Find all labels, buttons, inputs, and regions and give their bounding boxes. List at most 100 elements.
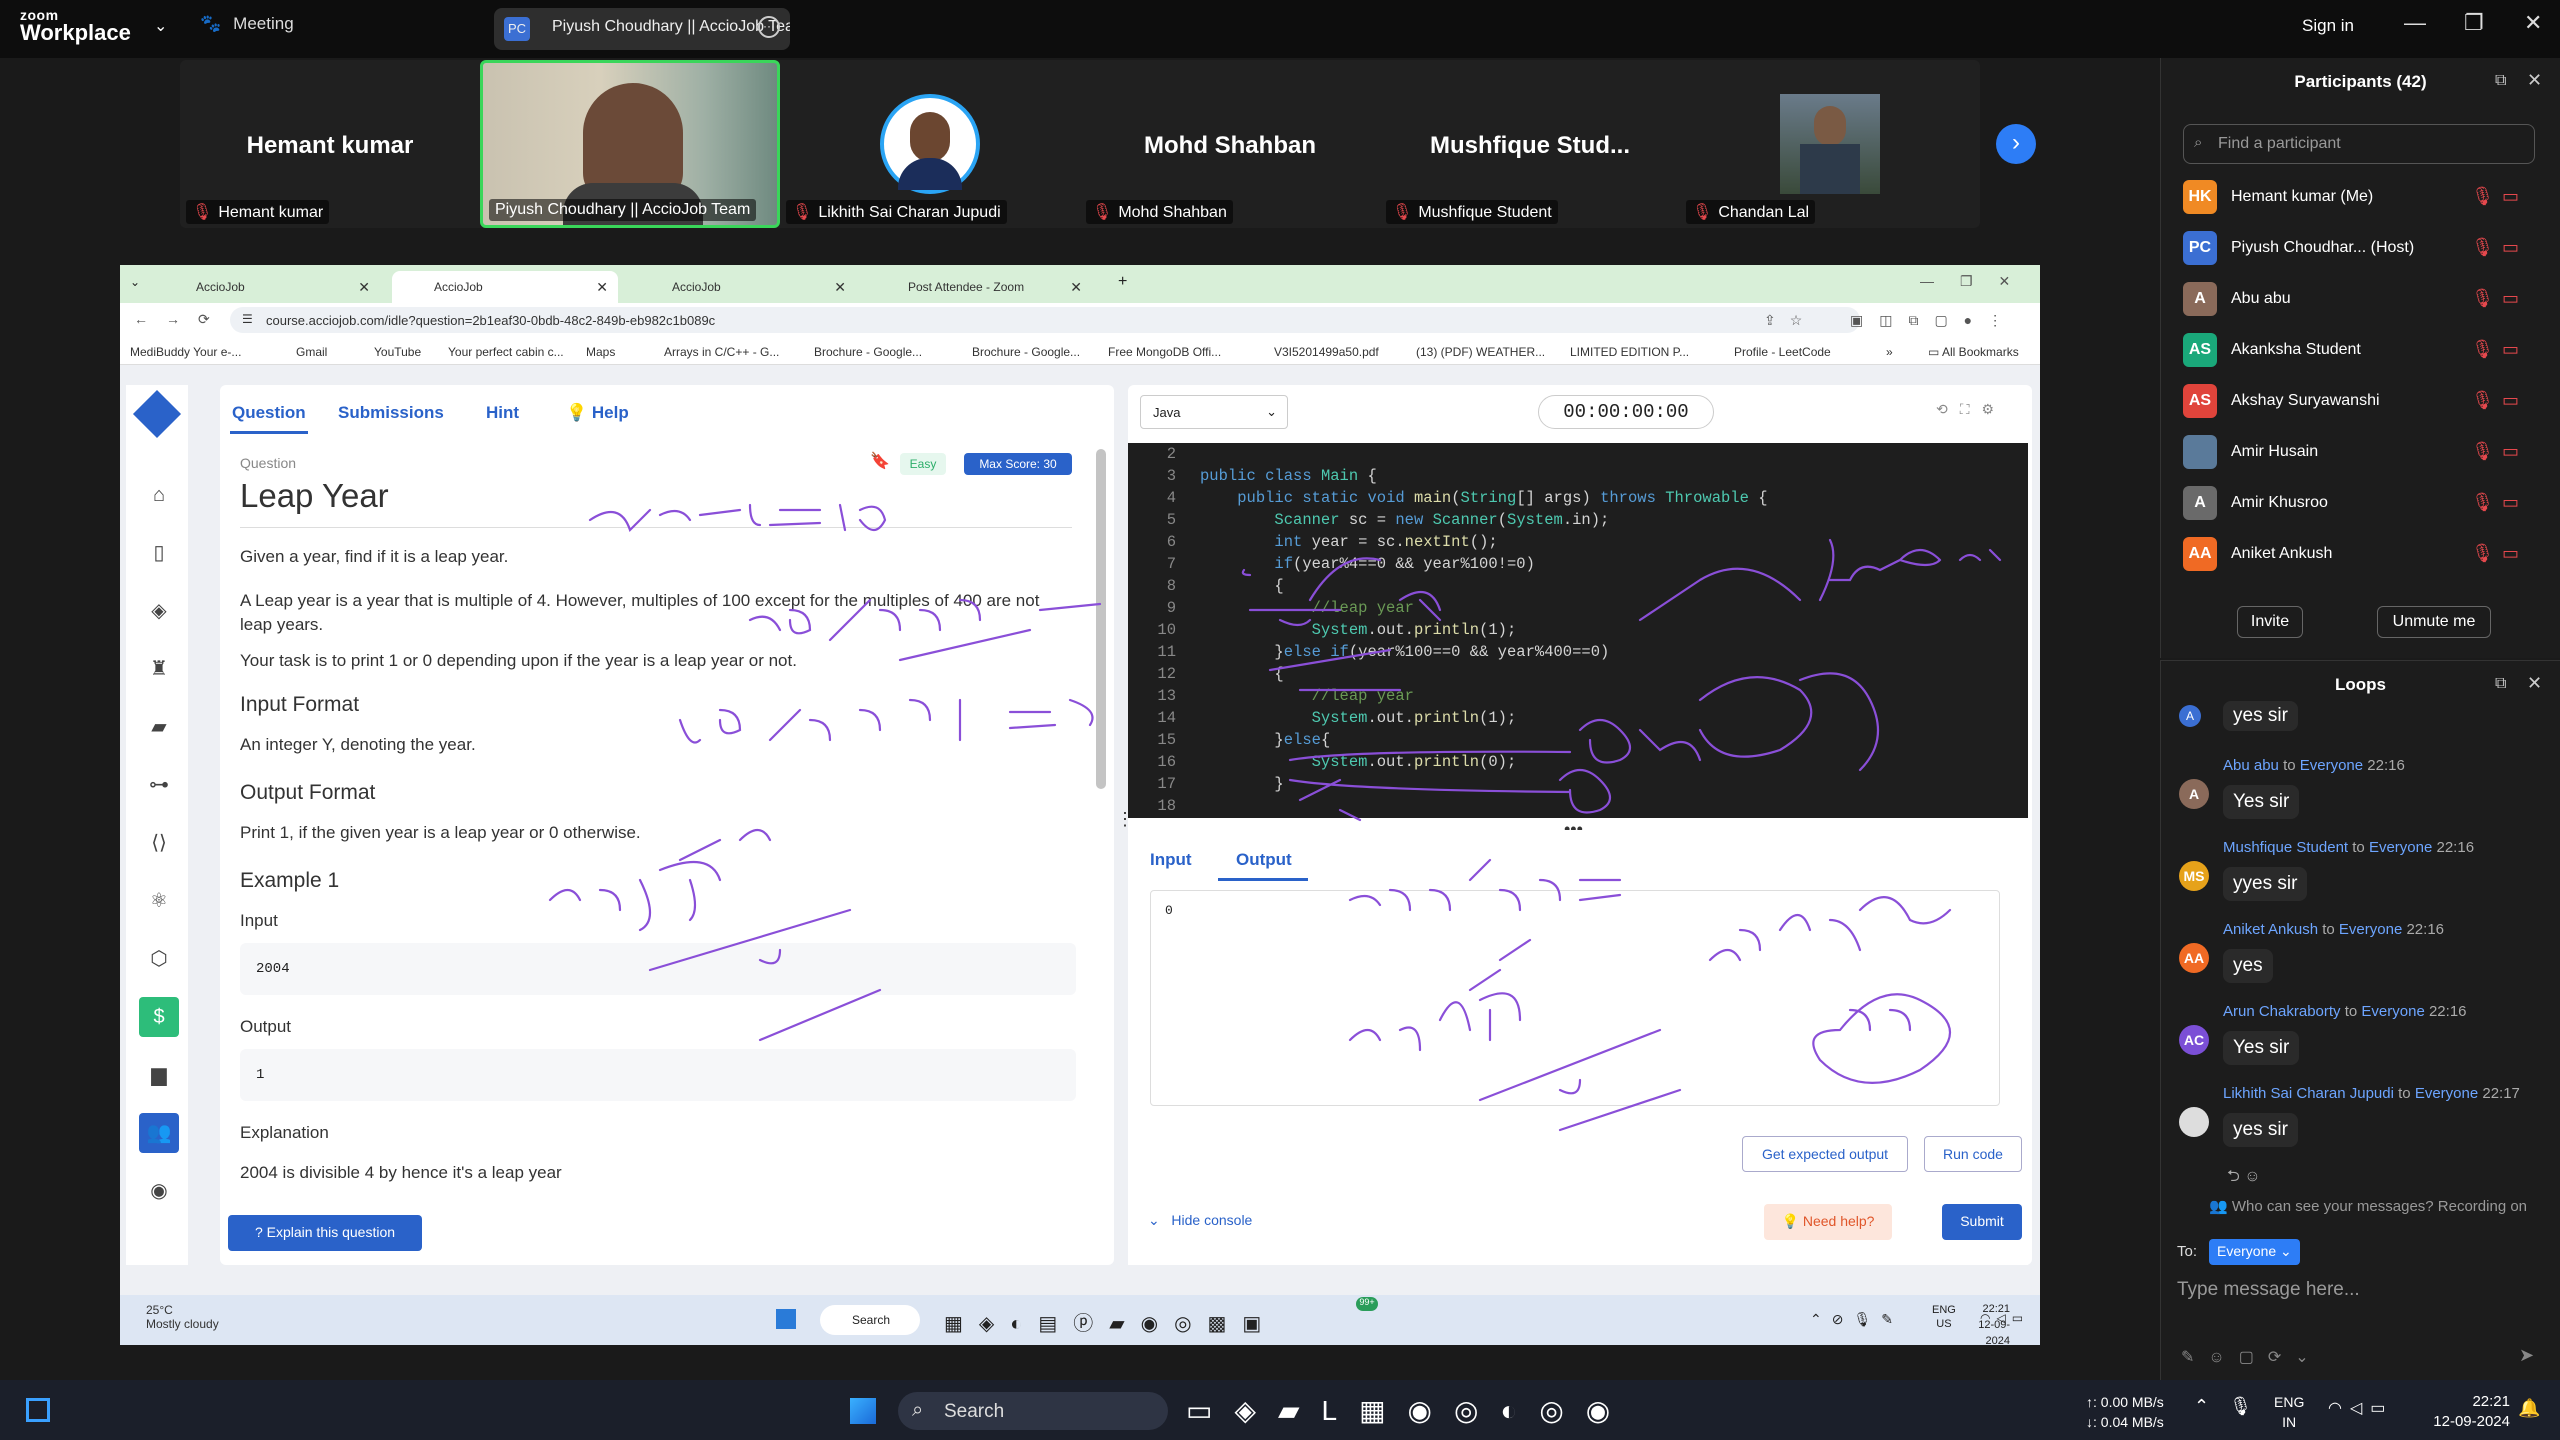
hide-console-toggle[interactable]: ⌄ Hide console (1148, 1212, 1252, 1229)
mic-muted-icon[interactable]: 🎙▭ (2471, 441, 2527, 462)
restore-icon[interactable]: ❐ (2464, 10, 2484, 36)
unmute-me-button[interactable]: Unmute me (2377, 606, 2491, 638)
code-line[interactable]: 11 }else if(year%100==0 && year%400==0) (1128, 643, 2028, 665)
chevron-down-icon[interactable]: ⌄ (154, 16, 167, 36)
new-tab-icon[interactable]: + (1118, 273, 1127, 291)
invite-button[interactable]: Invite (2237, 606, 2303, 638)
tab-question[interactable]: Question (232, 403, 306, 423)
recipient-dropdown[interactable]: Everyone ⌄ (2209, 1239, 2300, 1265)
windows-start-icon[interactable] (850, 1398, 876, 1424)
video-tile[interactable]: Mushfique Stud... 🎙 Mushfique Student (1380, 60, 1680, 228)
mic-muted-icon[interactable]: 🎙▭ (2471, 288, 2527, 309)
next-page-button[interactable]: › (1996, 124, 2036, 164)
bookmark-item[interactable]: Your perfect cabin c... (448, 345, 564, 359)
cube-icon[interactable]: ⬡ (139, 939, 179, 979)
get-expected-output-button[interactable]: Get expected output (1742, 1136, 1908, 1172)
code-line[interactable]: 18 (1128, 797, 2028, 819)
mic-muted-icon[interactable]: 🎙▭ (2471, 492, 2527, 513)
windows-start-icon[interactable] (776, 1309, 796, 1329)
bookmark-item[interactable]: YouTube (374, 345, 421, 359)
mic-muted-icon[interactable]: 🎙▭ (2471, 339, 2527, 360)
network-icon[interactable]: ⚛ (139, 881, 179, 921)
dumbbell-icon[interactable]: ⊶ (139, 765, 179, 805)
clock[interactable]: 22:21 12-09-2024 (1958, 1301, 2010, 1345)
code-line[interactable]: 15 }else{ (1128, 731, 2028, 753)
more-icon[interactable]: ··· (758, 16, 780, 38)
home-icon[interactable]: ⌂ (139, 475, 179, 515)
popout-icon[interactable]: ⧉ (2495, 675, 2506, 693)
chat-tools[interactable]: ✎☺▢⟳⌄ (2181, 1347, 2323, 1367)
mic-muted-icon[interactable]: 🎙▭ (2471, 186, 2527, 207)
browser-tab[interactable]: Post Attendee - Zoom ✕ (866, 271, 1092, 303)
language-indicator[interactable]: ENG IN (2274, 1392, 2304, 1432)
tray-status-icons[interactable]: ◠◁▭ (2328, 1398, 2393, 1418)
sender-name[interactable]: Aniket Ankush (2223, 921, 2318, 938)
bookmark-item[interactable]: LIMITED EDITION P... (1570, 345, 1689, 359)
language-select[interactable]: Java ⌄ (1140, 395, 1288, 429)
explain-question-button[interactable]: ? Explain this question (228, 1215, 422, 1251)
video-tile[interactable]: 🎙 Likhith Sai Charan Jupudi (780, 60, 1080, 228)
close-icon[interactable]: ✕ (2527, 70, 2542, 91)
bookmark-item[interactable]: Brochure - Google... (972, 345, 1080, 359)
code-line[interactable]: 3 public class Main { (1128, 467, 2028, 489)
mic-muted-icon[interactable]: 🎙▭ (2471, 237, 2527, 258)
code-line[interactable]: 13 //leap year (1128, 687, 2028, 709)
bookmark-item[interactable]: Free MongoDB Offi... (1108, 345, 1221, 359)
close-icon[interactable]: ✕ (596, 279, 608, 296)
bookmark-item[interactable]: V3I5201499a50.pdf (1274, 345, 1379, 359)
video-tile[interactable]: Mohd Shahban 🎙 Mohd Shahban (1080, 60, 1380, 228)
briefcase-icon[interactable]: ▆ (139, 1055, 179, 1095)
extension-icons[interactable]: ▣◫⧉▢●⋮ (1850, 312, 2018, 329)
code-line[interactable]: 16 System.out.println(0); (1128, 753, 2028, 775)
trophy-icon[interactable]: ♜ (139, 649, 179, 689)
editor-tools[interactable]: ⟲⛶⚙ (1936, 401, 2006, 418)
bookmark-item[interactable]: Gmail (296, 345, 327, 359)
book-icon[interactable]: ▯ (139, 533, 179, 573)
tray-icons[interactable]: ⌃⊘🎙✎ (1810, 1311, 1903, 1328)
taskbar-search[interactable]: Search (820, 1305, 920, 1335)
reply-icon[interactable]: ⮌ ☺ (2227, 1165, 2261, 1192)
tab-output[interactable]: Output (1236, 850, 1292, 870)
browser-tab[interactable]: AccioJob ✕ (630, 271, 856, 303)
bookmark-item[interactable]: Arrays in C/C++ - G... (664, 345, 779, 359)
close-icon[interactable]: ✕ (1070, 279, 1082, 296)
participant-row[interactable]: PC Piyush Choudhar... (Host) 🎙▭ (2183, 229, 2543, 269)
code-line[interactable]: 5 Scanner sc = new Scanner(System.in); (1128, 511, 2028, 533)
team-icon[interactable]: 👥 (139, 1113, 179, 1153)
tab-help[interactable]: 💡 Help (566, 403, 629, 423)
code-icon[interactable]: ⟨⟩ (139, 823, 179, 863)
bookmark-item[interactable]: (13) (PDF) WEATHER... (1416, 345, 1545, 359)
dollar-icon[interactable]: $ (139, 997, 179, 1037)
run-code-button[interactable]: Run code (1924, 1136, 2022, 1172)
close-icon[interactable]: ✕ (358, 279, 370, 296)
browser-tab[interactable]: AccioJob ✕ (154, 271, 380, 303)
code-line[interactable]: 14 System.out.println(1); (1128, 709, 2028, 731)
nav-arrows[interactable]: ←→⟳ (134, 311, 228, 328)
code-editor[interactable]: 2 3 public class Main {4 public static voi… (1128, 443, 2028, 818)
participant-row[interactable]: AS Akshay Suryawanshi 🎙▭ (2183, 382, 2543, 422)
chat-icon[interactable]: ▰ (139, 707, 179, 747)
minimize-icon[interactable]: — (2404, 10, 2426, 36)
code-line[interactable]: 12 { (1128, 665, 2028, 687)
taskbar-apps[interactable]: ▭◈▰L▦◉◎◐◎◉ (1186, 1394, 1632, 1427)
close-icon[interactable]: ✕ (834, 279, 846, 296)
code-line[interactable]: 17 } (1128, 775, 2028, 797)
bookmark-item[interactable]: Maps (586, 345, 615, 359)
taskbar-apps[interactable]: ▦◈◐▤ⓟ▰◉◎▩▣ (944, 1307, 1277, 1336)
code-line[interactable]: 4 public static void main(String[] args)… (1128, 489, 2028, 511)
sender-name[interactable]: Mushfique Student (2223, 839, 2348, 856)
clock[interactable]: 22:21 12-09-2024 (2410, 1392, 2510, 1432)
participant-row[interactable]: AA Aniket Ankush 🎙▭ (2183, 535, 2543, 575)
code-line[interactable]: 10 System.out.println(1); (1128, 621, 2028, 643)
sender-name[interactable]: Abu abu (2223, 757, 2279, 774)
browser-tab-active[interactable]: AccioJob ✕ (392, 271, 618, 303)
sender-name[interactable]: Likhith Sai Charan Jupudi (2223, 1085, 2394, 1102)
bookmark-item[interactable]: Profile - LeetCode (1734, 345, 1831, 359)
taskbar-search[interactable]: ⌕ Search (898, 1392, 1168, 1430)
participant-row[interactable]: Amir Husain 🎙▭ (2183, 433, 2543, 473)
all-bookmarks[interactable]: ▭ All Bookmarks (1928, 345, 2019, 359)
share-screen-pill[interactable]: PC Piyush Choudhary || AccioJob Tea ··· (494, 8, 790, 50)
participant-search-input[interactable]: ⌕ Find a participant (2183, 124, 2535, 164)
sender-name[interactable]: Arun Chakraborty (2223, 1003, 2341, 1020)
bookmark-icon[interactable]: 🔖 (870, 451, 890, 471)
